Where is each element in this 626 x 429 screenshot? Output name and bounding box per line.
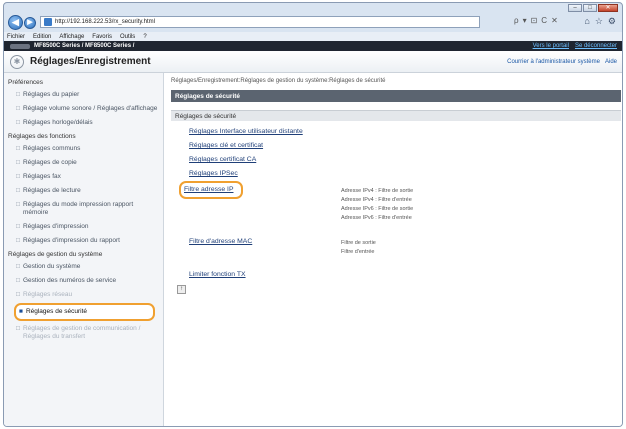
sidebar-item-service-numbers[interactable]: □ Gestion des numéros de service: [4, 274, 163, 288]
home-icon[interactable]: ⌂: [584, 16, 589, 27]
menu-favorites[interactable]: Favoris: [92, 34, 112, 40]
mac-input-filter: Filtre d'entrée: [341, 249, 375, 255]
menu-file[interactable]: Fichier: [7, 34, 25, 40]
sidebar: Préférences □ Réglages du papier □ Réglage…: [4, 73, 164, 426]
bullet-icon: □: [16, 263, 20, 270]
settings-links: Réglages Interface utilisateur distante …: [171, 121, 621, 291]
bullet-icon: □: [16, 119, 20, 126]
mail-admin-link[interactable]: Courrier à l'administrateur système: [507, 59, 600, 65]
sidebar-item-memory-report[interactable]: □ Réglages du mode impression rapport mém…: [4, 198, 163, 220]
sidebar-item-paper[interactable]: □ Réglages du papier: [4, 88, 163, 102]
sidebar-item-common[interactable]: □ Réglages communs: [4, 142, 163, 156]
ipv4-input-filter: Adresse IPv4 : Filtre d'entrée: [341, 197, 412, 203]
ipv6-input-filter: Adresse IPv6 : Filtre d'entrée: [341, 215, 412, 221]
menu-bar: Fichier Edition Affichage Favoris Outils…: [4, 32, 622, 41]
sidebar-item-print[interactable]: □ Réglages d'impression: [4, 220, 163, 234]
sidebar-item-system-management[interactable]: □ Gestion du système: [4, 260, 163, 274]
search-icon[interactable]: ρ: [514, 16, 519, 25]
menu-edit[interactable]: Edition: [33, 34, 51, 40]
bullet-icon: □: [16, 325, 20, 332]
sidebar-item-clock[interactable]: □ Réglages horloge/délais: [4, 116, 163, 130]
bullet-icon: □: [16, 237, 20, 244]
mac-output-filter: Filtre de sortie: [341, 240, 376, 246]
mac-filter-link[interactable]: Filtre d'adresse MAC: [189, 238, 252, 245]
browser-icons: ⌂ ☆ ⚙: [584, 16, 616, 27]
minimize-button[interactable]: –: [568, 4, 582, 12]
sidebar-item-scan[interactable]: □ Réglages de lecture: [4, 184, 163, 198]
sidebar-item-copy[interactable]: □ Réglages de copie: [4, 156, 163, 170]
sidebar-item-report-print[interactable]: □ Réglages d'impression du rapport: [4, 234, 163, 248]
page-title: Réglages/Enregistrement: [30, 56, 151, 67]
gear-icon[interactable]: ⚙: [608, 16, 616, 27]
compat-view-icon[interactable]: ⊡: [531, 16, 538, 25]
blurred-device-name: [10, 43, 30, 49]
main-content: Réglages/Enregistrement:Réglages de gest…: [171, 77, 621, 417]
close-button[interactable]: ✕: [598, 4, 618, 12]
remote-ui-link[interactable]: Réglages Interface utilisateur distante: [189, 128, 303, 135]
ipv6-output-filter: Adresse IPv6 : Filtre de sortie: [341, 206, 414, 212]
forward-arrow-icon[interactable]: ▶: [24, 17, 36, 29]
bullet-icon: □: [16, 277, 20, 284]
bullet-icon: □: [16, 145, 20, 152]
menu-tools[interactable]: Outils: [120, 34, 135, 40]
maximize-button[interactable]: □: [583, 4, 597, 12]
key-certificate-link[interactable]: Réglages clé et certificat: [189, 142, 263, 149]
device-top-bar: MF8500C Series / MF8500C Series / Vers l…: [4, 41, 622, 51]
ipv4-output-filter: Adresse IPv4 : Filtre de sortie: [341, 188, 414, 194]
sidebar-item-fax[interactable]: □ Réglages fax: [4, 170, 163, 184]
ipsec-link[interactable]: Réglages IPSec: [189, 170, 238, 177]
device-model-title: MF8500C Series / MF8500C Series /: [34, 43, 135, 49]
url-text[interactable]: http://192.168.222.53/rx_security.html: [55, 19, 155, 25]
title-bar: – □ ✕: [4, 3, 622, 13]
sidebar-item-volume-display[interactable]: □ Réglage volume sonore / Réglages d'affi…: [4, 102, 163, 116]
settings-logo-icon: ✱: [10, 54, 24, 69]
sidebar-item-network[interactable]: □ Réglages réseau: [4, 288, 163, 302]
refresh-icon[interactable]: C: [541, 16, 547, 25]
bullet-icon: ■: [19, 308, 23, 315]
address-bar[interactable]: http://192.168.222.53/rx_security.html: [40, 16, 480, 28]
navigation-bar: ◀ ▶ http://192.168.222.53/rx_security.ht…: [4, 14, 622, 31]
logout-link[interactable]: Se déconnecter: [575, 43, 617, 49]
menu-help[interactable]: ?: [143, 34, 146, 40]
limit-tx-link[interactable]: Limiter fonction TX: [189, 271, 246, 278]
section-title: Réglages de sécurité: [171, 90, 621, 102]
sidebar-item-security[interactable]: ■ Réglages de sécurité: [14, 303, 155, 321]
web-page: MF8500C Series / MF8500C Series / Vers l…: [4, 41, 622, 426]
ip-filter-descriptions: Adresse IPv4 : Filtre de sortie Adresse …: [341, 187, 413, 223]
help-link[interactable]: Aide: [605, 59, 617, 65]
browser-window: – □ ✕ ◀ ▶ http://192.168.222.53/rx_secur…: [3, 2, 623, 427]
bullet-icon: □: [16, 291, 20, 298]
bullet-icon: □: [16, 201, 20, 208]
subsection-title: Réglages de sécurité: [171, 110, 621, 121]
site-icon: [44, 18, 52, 26]
stop-icon[interactable]: ✕: [551, 16, 558, 25]
sidebar-group-preferences: Préférences: [8, 79, 44, 86]
sidebar-group-functions: Réglages des fonctions: [8, 133, 76, 140]
sidebar-group-system: Réglages de gestion du système: [8, 251, 103, 258]
page-header: ✱ Réglages/Enregistrement Courrier à l'a…: [4, 51, 622, 73]
mac-filter-descriptions: Filtre de sortie Filtre d'entrée: [341, 239, 376, 257]
ca-certificate-link[interactable]: Réglages certificat CA: [189, 156, 256, 163]
bullet-icon: □: [16, 91, 20, 98]
ip-filter-link[interactable]: Filtre adresse IP: [179, 181, 244, 199]
back-arrow-icon[interactable]: ◀: [8, 15, 23, 30]
address-tools: ρ ▾ ⊡ C ✕: [514, 16, 558, 25]
bullet-icon: □: [16, 223, 20, 230]
sidebar-item-communication[interactable]: □ Réglages de gestion de communication / …: [4, 322, 163, 344]
menu-view[interactable]: Affichage: [59, 34, 84, 40]
star-icon[interactable]: ☆: [595, 16, 603, 27]
portal-link[interactable]: Vers le portail: [533, 43, 569, 49]
breadcrumb: Réglages/Enregistrement:Réglages de gest…: [171, 78, 386, 84]
bullet-icon: □: [16, 105, 20, 112]
bullet-icon: □: [16, 187, 20, 194]
bullet-icon: □: [16, 159, 20, 166]
dropdown-icon[interactable]: ▾: [523, 16, 527, 25]
bullet-icon: □: [16, 173, 20, 180]
page-top-button[interactable]: ↑: [177, 285, 186, 294]
